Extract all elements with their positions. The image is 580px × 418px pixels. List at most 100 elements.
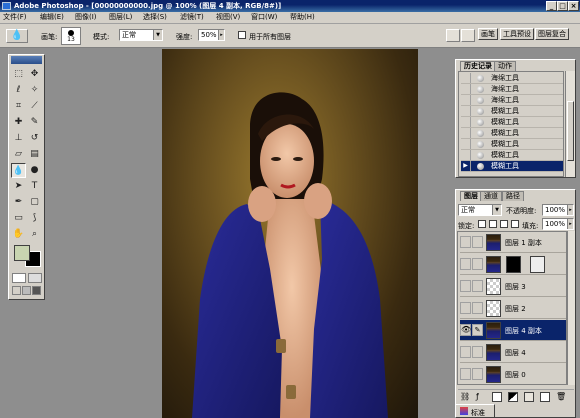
crop-tool[interactable]: ⌗ <box>11 99 26 114</box>
lock-all-checkbox[interactable] <box>511 220 519 228</box>
tab-layers[interactable]: 图层 <box>460 191 482 201</box>
foreground-color-swatch[interactable] <box>14 245 30 261</box>
brush-tool[interactable]: ✎ <box>27 115 42 130</box>
fill-input[interactable]: 100% ▸ <box>542 218 574 230</box>
screen-mode-full-icon[interactable] <box>32 286 41 295</box>
visibility-toggle[interactable] <box>460 302 471 314</box>
link-toggle[interactable] <box>472 280 483 292</box>
toggle-palettes-icon[interactable] <box>461 29 475 42</box>
menu-edit[interactable]: 编辑(E) <box>40 12 64 23</box>
tool-presets-tab[interactable]: 工具预设 <box>500 28 534 40</box>
menu-window[interactable]: 窗口(W) <box>251 12 277 23</box>
history-scrollbar[interactable] <box>565 71 575 177</box>
layer-row[interactable]: 图层 4 <box>460 342 566 363</box>
close-button[interactable]: × <box>568 1 579 11</box>
move-tool[interactable]: ✥ <box>27 67 42 82</box>
scroll-thumb[interactable] <box>567 101 574 161</box>
add-mask-icon[interactable] <box>492 392 502 402</box>
link-toggle[interactable] <box>472 302 483 314</box>
layer-comps-tab[interactable]: 图层复合 <box>535 28 569 40</box>
lasso-tool[interactable]: ℓ <box>11 83 26 98</box>
lock-position-checkbox[interactable] <box>500 220 508 228</box>
hand-tool[interactable]: ✋ <box>11 227 26 242</box>
visibility-toggle[interactable] <box>460 368 471 380</box>
menu-layer[interactable]: 图层(L) <box>109 12 132 23</box>
adjustment-layer-icon[interactable] <box>508 392 518 402</box>
history-item[interactable]: 模糊工具 <box>461 117 563 128</box>
mode-select[interactable]: 正常 ▼ <box>119 29 163 41</box>
notes-tool[interactable]: ▭ <box>11 211 26 226</box>
layer-row[interactable]: 图层 0 <box>460 364 566 384</box>
trash-icon[interactable]: 🗑 <box>556 392 566 402</box>
healing-tool[interactable]: ✚ <box>11 115 26 130</box>
maximize-button[interactable]: □ <box>557 1 568 11</box>
tab-actions[interactable]: 动作 <box>494 61 516 71</box>
menu-help[interactable]: 帮助(H) <box>290 12 315 23</box>
status-button[interactable]: 标准 <box>455 404 495 418</box>
menu-image[interactable]: 图像(I) <box>75 12 97 23</box>
blur-tool[interactable]: 💧 <box>11 163 26 178</box>
path-select-tool[interactable]: ➤ <box>11 179 26 194</box>
brush-picker[interactable]: 13 <box>61 27 81 45</box>
gradient-tool[interactable]: ▤ <box>27 147 42 162</box>
history-brush-tool[interactable]: ↺ <box>27 131 42 146</box>
quick-mask-icon[interactable] <box>28 273 42 283</box>
history-item[interactable]: 模糊工具 <box>461 150 563 161</box>
visibility-toggle[interactable]: 👁 <box>460 324 471 336</box>
new-group-icon[interactable] <box>524 392 534 402</box>
all-layers-checkbox[interactable] <box>238 31 246 39</box>
history-item[interactable]: 模糊工具 <box>461 139 563 150</box>
blend-mode-select[interactable]: 正常 ▼ <box>458 204 502 216</box>
lock-image-checkbox[interactable] <box>489 220 497 228</box>
strength-input[interactable]: 50% ▸ <box>198 29 225 41</box>
brush-indicator-icon[interactable]: ✎ <box>472 324 483 336</box>
file-browser-icon[interactable] <box>446 29 460 42</box>
layer-row-selected[interactable]: 👁 ✎ 图层 4 副本 <box>460 320 566 341</box>
dodge-tool[interactable]: ● <box>27 163 42 178</box>
eyedropper-tool[interactable]: ⟆ <box>27 211 42 226</box>
opacity-input[interactable]: 100% ▸ <box>542 204 574 216</box>
new-layer-icon[interactable] <box>540 392 550 402</box>
standard-mode-icon[interactable] <box>12 273 26 283</box>
menu-filter[interactable]: 滤镜(T) <box>180 12 204 23</box>
visibility-toggle[interactable] <box>460 346 471 358</box>
layers-scrollbar[interactable] <box>567 231 575 385</box>
menu-file[interactable]: 文件(F) <box>3 12 27 23</box>
type-tool[interactable]: T <box>27 179 42 194</box>
link-toggle[interactable] <box>472 258 483 270</box>
marquee-tool[interactable]: ⬚ <box>11 67 26 82</box>
brushes-tab[interactable]: 画笔 <box>478 28 498 40</box>
history-item[interactable]: 海绵工具 <box>461 73 563 84</box>
eraser-tool[interactable]: ▱ <box>11 147 26 162</box>
history-item[interactable]: 模糊工具 <box>461 128 563 139</box>
tool-preset-picker[interactable]: 💧 <box>6 29 28 43</box>
menu-select[interactable]: 选择(S) <box>143 12 167 23</box>
layer-row[interactable]: 图层 1 副本 <box>460 232 566 253</box>
link-toggle[interactable] <box>472 236 483 248</box>
tab-paths[interactable]: 路径 <box>502 191 524 201</box>
screen-mode-full-menu-icon[interactable] <box>22 286 31 295</box>
magic-wand-tool[interactable]: ✧ <box>27 83 42 98</box>
slice-tool[interactable]: ⟋ <box>27 99 42 114</box>
layer-row[interactable] <box>460 254 566 275</box>
visibility-toggle[interactable] <box>460 258 471 270</box>
link-layers-icon[interactable]: ⛓ <box>460 392 470 402</box>
tab-channels[interactable]: 通道 <box>480 191 502 201</box>
layer-row[interactable]: 图层 2 <box>460 298 566 319</box>
history-item[interactable]: 海绵工具 <box>461 95 563 106</box>
minimize-button[interactable]: _ <box>546 1 557 11</box>
history-item[interactable]: 海绵工具 <box>461 84 563 95</box>
document-canvas[interactable] <box>162 49 418 418</box>
history-item[interactable]: 模糊工具 <box>461 106 563 117</box>
tab-history[interactable]: 历史记录 <box>460 61 496 71</box>
history-item-selected[interactable]: ▶ 模糊工具 <box>461 161 563 172</box>
link-toggle[interactable] <box>472 346 483 358</box>
screen-mode-standard-icon[interactable] <box>12 286 21 295</box>
layer-row[interactable]: 图层 3 <box>460 276 566 297</box>
visibility-toggle[interactable] <box>460 280 471 292</box>
pen-tool[interactable]: ✒ <box>11 195 26 210</box>
visibility-toggle[interactable] <box>460 236 471 248</box>
menu-view[interactable]: 视图(V) <box>216 12 240 23</box>
shape-tool[interactable]: ▢ <box>27 195 42 210</box>
zoom-tool[interactable]: ⌕ <box>27 227 42 242</box>
